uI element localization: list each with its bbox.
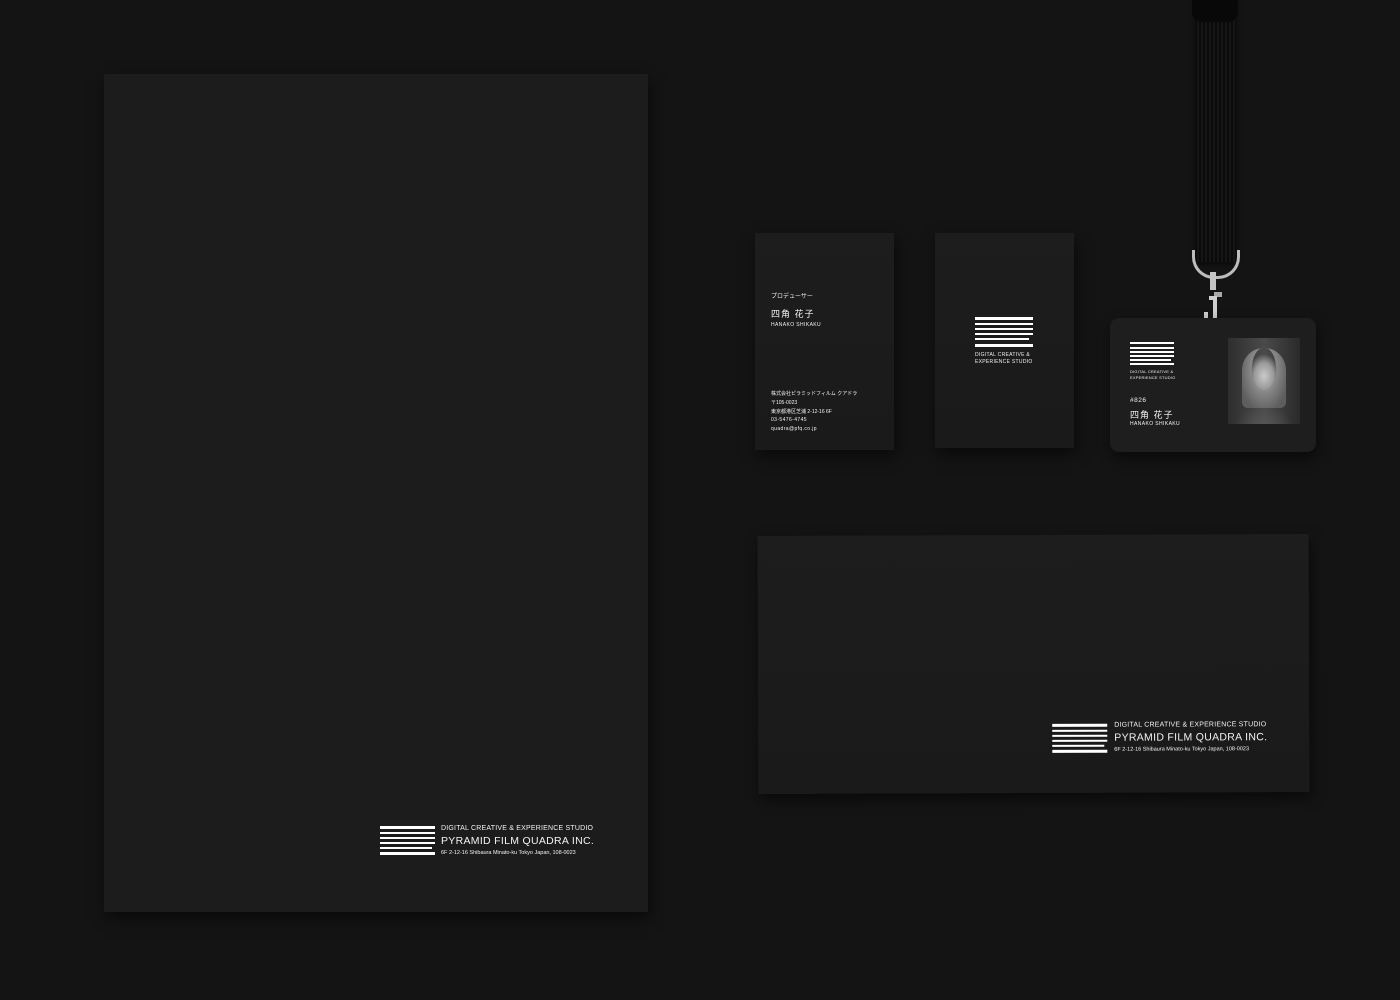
badge-name-jp: 四角 花子 [1130,410,1174,420]
card-name-en: HANAKO SHIKAKU [771,322,822,328]
card-address-jp: 東京都港区芝浦 2-12-16 6F [771,409,832,415]
letterhead-address: 6F 2-12-16 Shibaura Minato-ku Tokyo Japa… [441,850,576,856]
quadra-logo-icon [380,826,435,857]
quadra-logo-icon [1130,342,1174,366]
envelope-tagline: DIGITAL CREATIVE & EXPERIENCE STUDIO [1114,721,1267,729]
business-card-front: プロデューサー 四角 花子 HANAKO SHIKAKU 株式会社ピラミッドフィ… [755,233,894,450]
card-name-jp: 四角 花子 [771,309,815,319]
business-card-back: DIGITAL CREATIVE & EXPERIENCE STUDIO [935,233,1074,448]
quadra-logo-icon [975,317,1033,349]
card-back-tagline-1: DIGITAL CREATIVE & [975,352,1031,358]
badge-number: #826 [1130,397,1147,404]
letterhead-tagline: DIGITAL CREATIVE & EXPERIENCE STUDIO [441,825,594,832]
badge-tagline-1: DIGITAL CREATIVE & [1130,369,1174,374]
envelope-company: PYRAMID FILM QUADRA INC. [1114,731,1268,744]
card-phone: 03-5476-4745 [771,417,807,423]
lanyard-clip [1192,0,1238,22]
badge-name-en: HANAKO SHIKAKU [1130,421,1181,427]
card-postal: 〒105-0023 [771,400,798,406]
lanyard-strap [1195,0,1235,262]
id-badge: DIGITAL CREATIVE & EXPERIENCE STUDIO #82… [1110,318,1316,452]
quadra-logo-icon [1052,723,1108,755]
badge-portrait-photo [1228,338,1300,424]
letterhead-folder: DIGITAL CREATIVE & EXPERIENCE STUDIO PYR… [104,74,648,912]
badge-tagline-2: EXPERIENCE STUDIO [1130,375,1176,380]
card-email: quadra@pfq.co.jp [771,426,817,432]
card-company-jp: 株式会社ピラミッドフィルム クアドラ [771,391,858,397]
envelope-address: 6F 2-12-16 Shibaura Minato-ku Tokyo Japa… [1114,746,1250,753]
card-back-tagline-2: EXPERIENCE STUDIO [975,359,1033,365]
envelope: DIGITAL CREATIVE & EXPERIENCE STUDIO PYR… [757,534,1310,794]
letterhead-company: PYRAMID FILM QUADRA INC. [441,835,595,847]
card-role: プロデューサー [771,294,813,300]
